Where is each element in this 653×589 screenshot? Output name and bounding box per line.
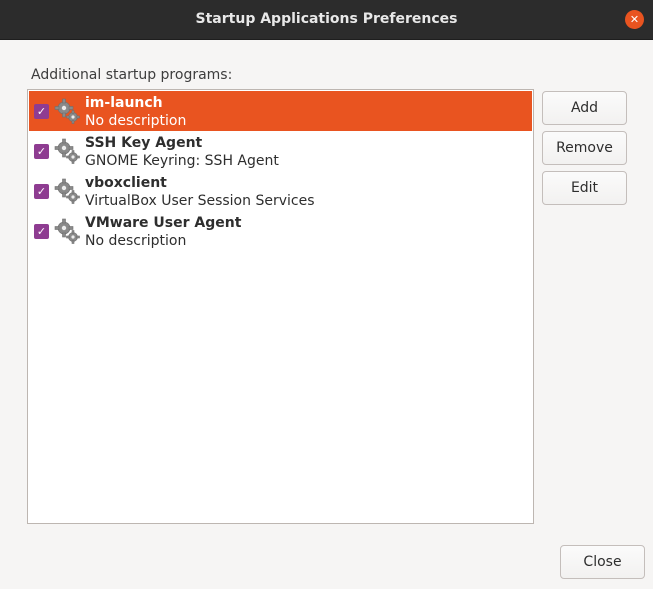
edit-button[interactable]: Edit (542, 171, 627, 205)
close-button[interactable]: Close (560, 545, 645, 579)
titlebar[interactable]: Startup Applications Preferences ✕ (0, 0, 653, 40)
checkbox-checked-icon[interactable]: ✓ (34, 104, 49, 119)
window-title: Startup Applications Preferences (195, 11, 458, 27)
gears-icon (54, 218, 80, 244)
window-close-icon[interactable]: ✕ (625, 10, 644, 29)
list-item[interactable]: ✓ im-launch No description (29, 91, 532, 131)
program-name: VMware User Agent (85, 215, 242, 231)
program-description: GNOME Keyring: SSH Agent (85, 153, 279, 169)
list-item[interactable]: ✓ vboxclient VirtualBox User Session Ser… (29, 171, 532, 211)
startup-programs-list[interactable]: ✓ im-launch No description ✓ SSH Key Age… (27, 89, 534, 524)
gears-icon (54, 98, 80, 124)
program-description: VirtualBox User Session Services (85, 193, 315, 209)
startup-programs-label: Additional startup programs: (31, 67, 233, 83)
program-name: SSH Key Agent (85, 135, 203, 151)
program-description: No description (85, 113, 187, 129)
checkbox-checked-icon[interactable]: ✓ (34, 184, 49, 199)
list-item[interactable]: ✓ VMware User Agent No description (29, 211, 532, 251)
checkbox-checked-icon[interactable]: ✓ (34, 144, 49, 159)
remove-button[interactable]: Remove (542, 131, 627, 165)
program-name: vboxclient (85, 175, 167, 191)
add-button[interactable]: Add (542, 91, 627, 125)
gears-icon (54, 178, 80, 204)
startup-applications-window: Startup Applications Preferences ✕ Addit… (0, 0, 653, 589)
list-item[interactable]: ✓ SSH Key Agent GNOME Keyring: SSH Agent (29, 131, 532, 171)
checkbox-checked-icon[interactable]: ✓ (34, 224, 49, 239)
program-description: No description (85, 233, 187, 249)
program-name: im-launch (85, 95, 163, 111)
gears-icon (54, 138, 80, 164)
